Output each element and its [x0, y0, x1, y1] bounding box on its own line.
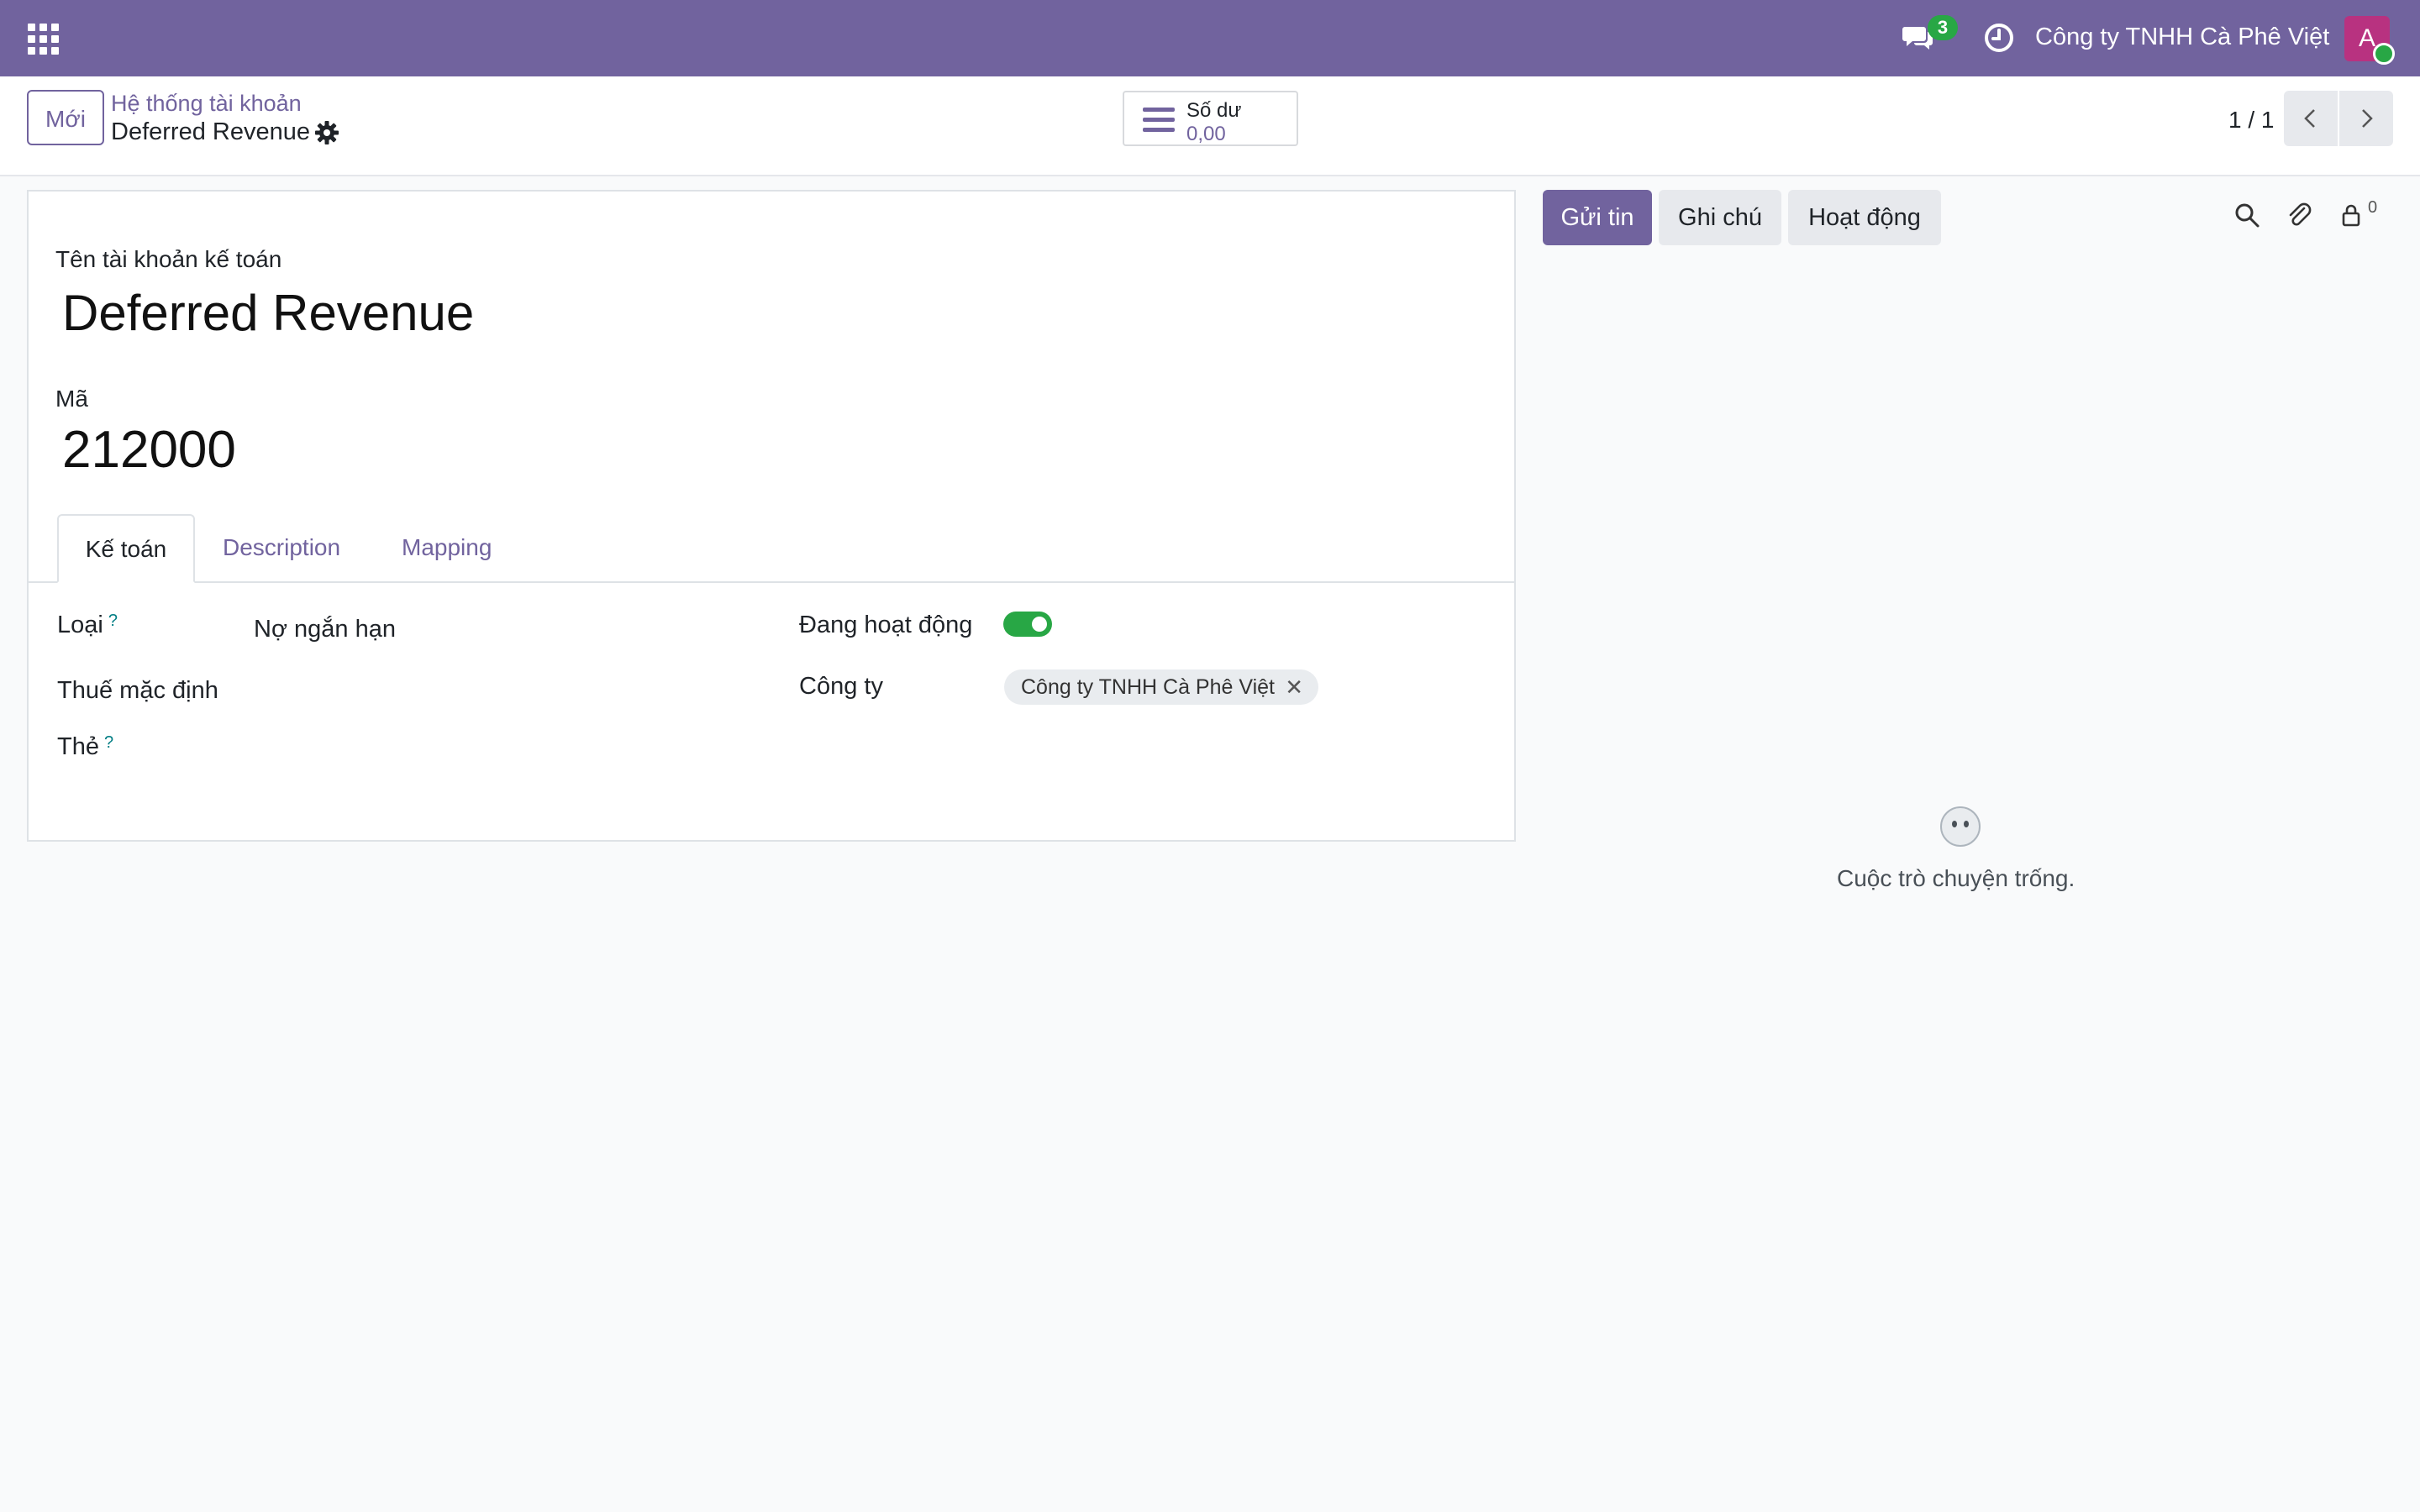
balance-stat-button[interactable]: Số dư 0,00	[1123, 91, 1298, 146]
active-toggle[interactable]	[1003, 612, 1052, 637]
tags-field-label: Thẻ?	[57, 733, 113, 761]
tab-mapping[interactable]: Mapping	[402, 514, 492, 581]
pager-next-button[interactable]	[2339, 91, 2393, 146]
followers-lock-icon[interactable]	[2338, 202, 2370, 234]
activity-button[interactable]: Hoạt động	[1788, 190, 1941, 245]
account-name-label: Tên tài khoản kế toán	[55, 246, 282, 272]
top-navbar: 3 Công ty TNHH Cà Phê Việt A	[0, 0, 2420, 76]
active-label: Đang hoạt động	[799, 612, 973, 638]
tags-help-icon[interactable]: ?	[104, 733, 113, 752]
online-status-dot	[2373, 43, 2395, 65]
paperclip-icon[interactable]	[2286, 202, 2317, 234]
breadcrumb-parent-link[interactable]: Hệ thống tài khoản	[111, 91, 302, 117]
type-label-text: Loại	[57, 612, 103, 638]
form-sheet: Tên tài khoản kế toán Deferred Revenue M…	[27, 190, 1516, 842]
close-icon[interactable]: ✕	[1285, 669, 1303, 705]
tab-description[interactable]: Description	[223, 514, 340, 581]
tags-field[interactable]	[254, 729, 758, 766]
account-code-field[interactable]: 212000	[62, 420, 236, 480]
send-message-button[interactable]: Gửi tin	[1543, 190, 1652, 245]
breadcrumb-current: Deferred Revenue	[111, 118, 310, 145]
messages-count-badge: 3	[1928, 15, 1958, 40]
type-help-icon[interactable]: ?	[108, 612, 118, 630]
tab-accounting[interactable]: Kế toán	[57, 514, 195, 583]
default-tax-field[interactable]	[254, 672, 758, 709]
company-switcher[interactable]: Công ty TNHH Cà Phê Việt	[2035, 24, 2329, 51]
company-tag-label: Công ty TNHH Cà Phê Việt	[1021, 675, 1275, 699]
type-field[interactable]: Nợ ngắn hạn	[254, 616, 396, 643]
gear-icon[interactable]	[314, 120, 339, 145]
control-panel: Mới Hệ thống tài khoản Deferred Revenue …	[0, 76, 2420, 176]
log-note-button[interactable]: Ghi chú	[1659, 190, 1781, 245]
chevron-right-icon	[2362, 109, 2373, 128]
notebook-tabs: Kế toán Description Mapping	[29, 514, 1514, 583]
list-bars-icon	[1143, 108, 1175, 133]
empty-conversation-text: Cuộc trò chuyện trống.	[1837, 865, 2075, 891]
account-code-label: Mã	[55, 386, 88, 412]
company-tag[interactable]: Công ty TNHH Cà Phê Việt ✕	[1004, 669, 1318, 705]
apps-menu-icon[interactable]	[28, 24, 60, 55]
empty-face-icon	[1939, 805, 1982, 848]
pager-previous-button[interactable]	[2284, 91, 2338, 146]
tags-label-text: Thẻ	[57, 733, 99, 760]
followers-count: 0	[2368, 198, 2378, 217]
default-tax-label: Thuế mặc định	[57, 677, 218, 704]
balance-value: 0,00	[1186, 123, 1226, 145]
account-name-field[interactable]: Deferred Revenue	[62, 284, 474, 342]
balance-label: Số dư	[1186, 99, 1242, 122]
search-icon[interactable]	[2233, 202, 2265, 234]
company-label: Công ty	[799, 673, 883, 700]
type-field-label: Loại?	[57, 612, 118, 639]
pager-value[interactable]: 1 / 1	[2228, 107, 2274, 134]
chevron-left-icon	[2304, 109, 2315, 128]
activity-clock-icon[interactable]	[1983, 22, 2015, 54]
new-button[interactable]: Mới	[27, 90, 104, 145]
